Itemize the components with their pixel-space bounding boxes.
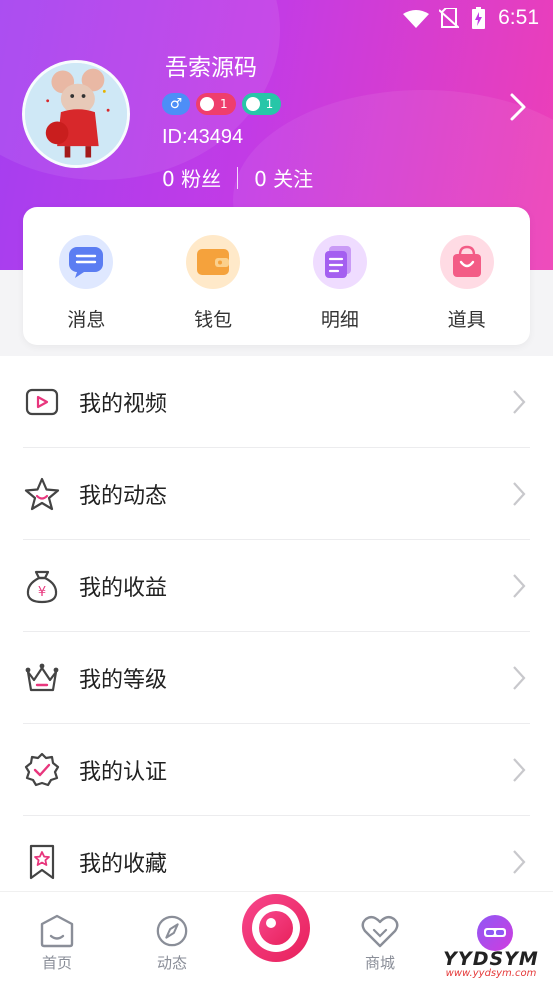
quick-action-wallet[interactable]: 钱包 bbox=[150, 207, 277, 345]
following-count[interactable]: 0 关注 bbox=[254, 163, 313, 192]
menu-item-my-level[interactable]: 我的等级 bbox=[23, 632, 530, 724]
menu-item-my-moments[interactable]: 我的动态 bbox=[23, 448, 530, 540]
quick-action-props[interactable]: 道具 bbox=[403, 207, 530, 345]
chevron-right-icon[interactable] bbox=[507, 92, 529, 122]
tab-mall[interactable]: 商城 bbox=[340, 914, 420, 973]
watermark-title: YYDSYM bbox=[443, 948, 539, 970]
menu-item-my-verification[interactable]: 我的认证 bbox=[23, 724, 530, 816]
microphone-icon bbox=[200, 97, 214, 111]
svg-text:¥: ¥ bbox=[38, 585, 46, 600]
money-bag-icon: ¥ bbox=[23, 567, 61, 605]
quick-action-label: 明细 bbox=[320, 309, 359, 331]
record-icon bbox=[242, 894, 310, 962]
tab-home[interactable]: 首页 bbox=[17, 914, 97, 973]
quick-action-label: 道具 bbox=[447, 309, 486, 331]
menu-item-my-videos[interactable]: 我的视频 bbox=[23, 356, 530, 448]
compass-icon bbox=[156, 915, 188, 947]
quick-action-messages[interactable]: 消息 bbox=[23, 207, 150, 345]
wifi-icon bbox=[403, 10, 429, 28]
moon-icon bbox=[245, 97, 260, 111]
chevron-right-icon bbox=[513, 482, 526, 506]
quick-action-label: 消息 bbox=[67, 309, 106, 331]
menu-item-my-earnings[interactable]: ¥ 我的收益 bbox=[23, 540, 530, 632]
chevron-right-icon bbox=[513, 666, 526, 690]
follow-stats: 0 粉丝 0 关注 bbox=[162, 163, 313, 192]
menu-label: 我的收益 bbox=[79, 575, 168, 601]
chevron-right-icon bbox=[513, 390, 526, 414]
level-badges: ♂ 1 1 bbox=[162, 93, 282, 115]
fans-count[interactable]: 0 粉丝 bbox=[162, 163, 221, 192]
watermark: YYDSYM www.yydsym.com bbox=[432, 948, 550, 979]
user-id: ID:43494 bbox=[162, 126, 244, 148]
chevron-right-icon bbox=[513, 758, 526, 782]
no-sim-icon bbox=[439, 8, 459, 28]
heart-icon bbox=[361, 915, 399, 948]
quick-action-details[interactable]: 明细 bbox=[277, 207, 404, 345]
wallet-icon bbox=[186, 235, 241, 289]
message-icon bbox=[59, 235, 114, 289]
mouse-avatar-image bbox=[25, 63, 127, 165]
chevron-right-icon bbox=[513, 850, 526, 874]
quick-action-label: 钱包 bbox=[194, 309, 233, 331]
status-time: 6:51 bbox=[498, 6, 539, 29]
star-icon bbox=[23, 475, 61, 513]
avatar[interactable] bbox=[22, 60, 130, 168]
battery-icon bbox=[472, 7, 485, 29]
gender-badge: ♂ bbox=[162, 93, 190, 115]
divider bbox=[237, 166, 239, 189]
menu-label: 我的收藏 bbox=[79, 852, 168, 877]
moon-level-value: 1 bbox=[265, 97, 274, 111]
bookmark-icon bbox=[23, 843, 61, 881]
detail-icon bbox=[312, 235, 367, 289]
tab-moments[interactable]: 动态 bbox=[132, 914, 212, 973]
certified-icon bbox=[23, 751, 61, 789]
voice-level-value: 1 bbox=[220, 97, 228, 111]
tab-label: 动态 bbox=[156, 954, 187, 972]
menu-label: 我的动态 bbox=[79, 483, 168, 509]
username: 吾索源码 bbox=[165, 55, 257, 81]
video-icon bbox=[23, 383, 61, 421]
menu-list: 我的视频 我的动态 ¥ 我的收益 我的等级 我的认证 我的收藏 bbox=[0, 356, 553, 891]
menu-label: 我的认证 bbox=[79, 759, 168, 785]
tab-label: 商城 bbox=[364, 954, 395, 972]
menu-label: 我的视频 bbox=[79, 391, 168, 417]
watermark-url: www.yydsym.com bbox=[445, 968, 537, 979]
props-icon bbox=[439, 235, 494, 289]
menu-label: 我的等级 bbox=[79, 667, 168, 693]
voice-level-badge: 1 bbox=[196, 93, 236, 115]
tab-label: 首页 bbox=[41, 954, 72, 972]
status-bar: 6:51 bbox=[0, 0, 553, 38]
quick-actions: 消息 钱包 明细 道具 bbox=[23, 207, 530, 345]
record-button[interactable] bbox=[241, 893, 311, 963]
crown-icon bbox=[23, 659, 61, 697]
home-icon bbox=[40, 914, 74, 948]
chevron-right-icon bbox=[513, 574, 526, 598]
moon-level-badge: 1 bbox=[241, 93, 282, 115]
me-icon bbox=[477, 915, 513, 951]
